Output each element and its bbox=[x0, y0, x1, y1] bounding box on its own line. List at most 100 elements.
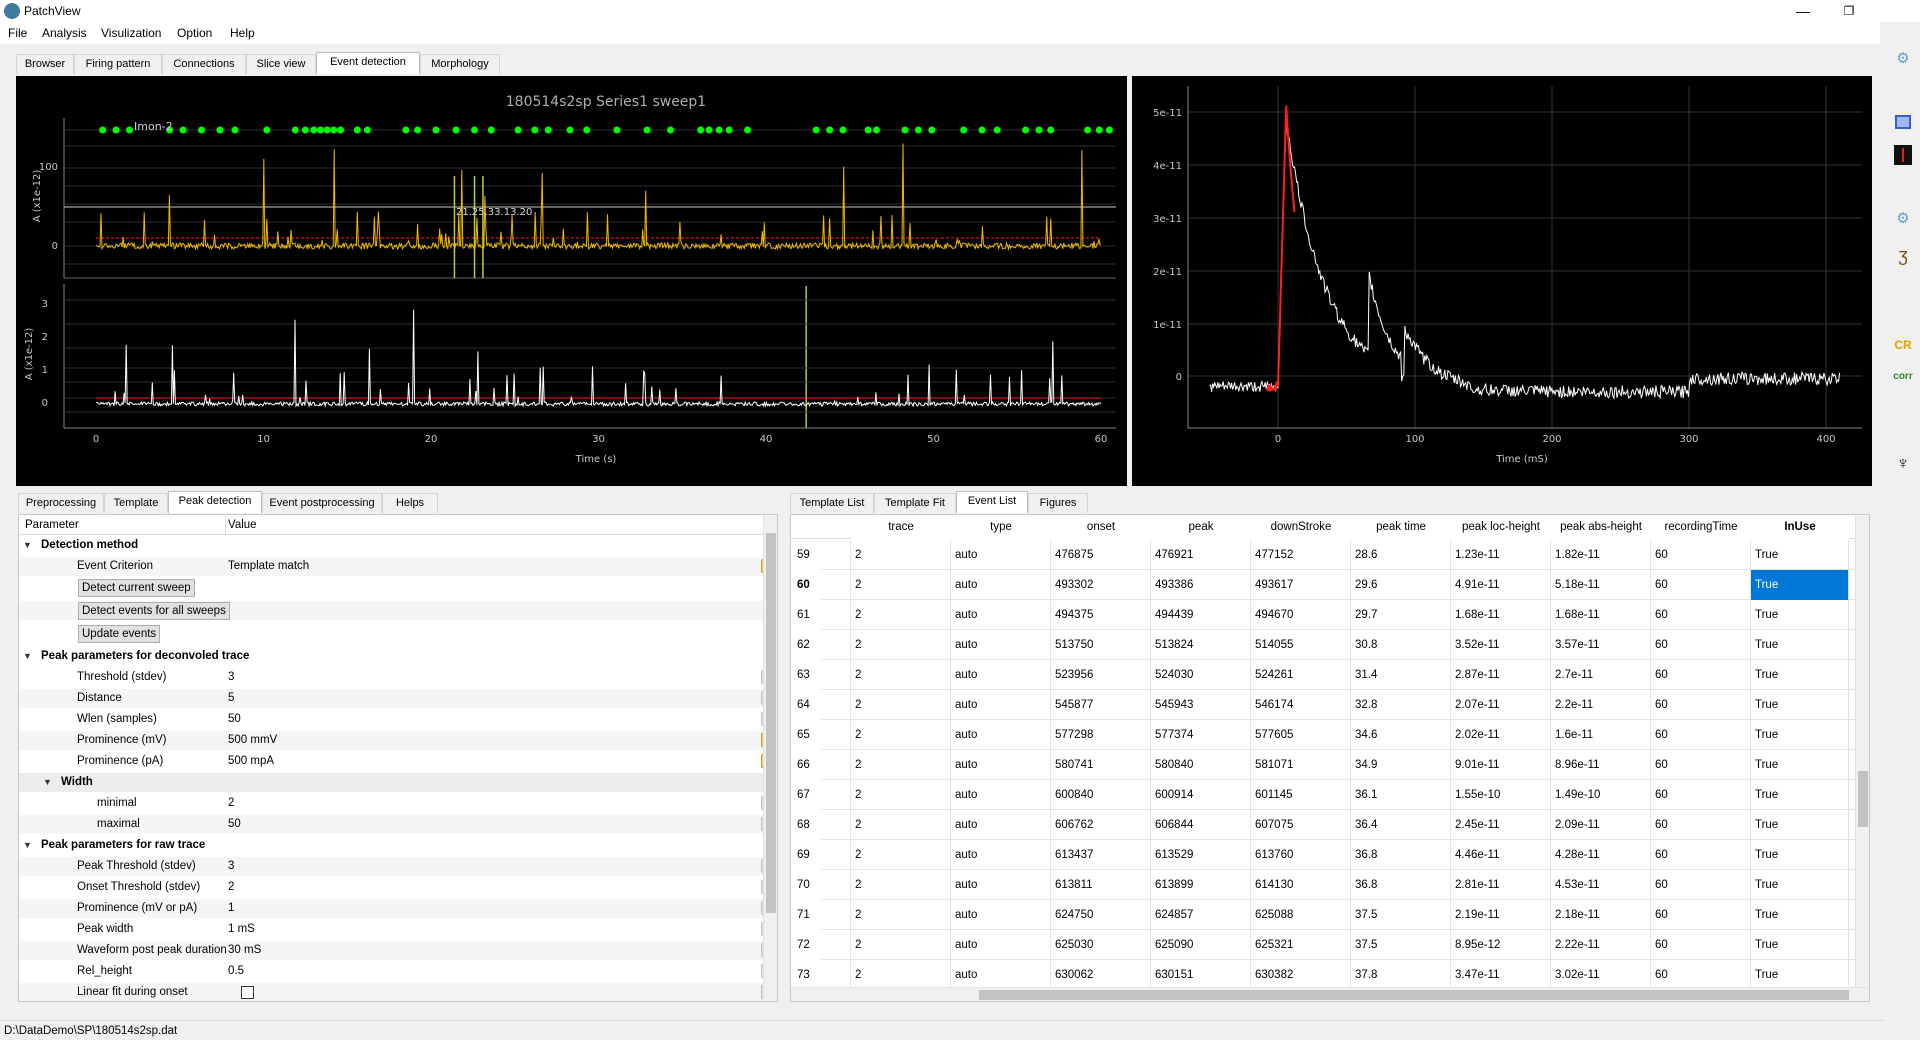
table-cell[interactable]: 494670 bbox=[1251, 600, 1351, 630]
menu-visulization[interactable]: Visulization bbox=[101, 26, 161, 40]
table-cell[interactable]: 625090 bbox=[1151, 930, 1251, 960]
table-cell[interactable]: auto bbox=[951, 690, 1051, 720]
tab-helps[interactable]: Helps bbox=[382, 493, 438, 513]
prominence-mv-value[interactable]: 500 mmV bbox=[228, 734, 277, 746]
table-cell[interactable]: True bbox=[1751, 870, 1849, 900]
row-header[interactable]: 66 bbox=[791, 750, 821, 780]
column-header-peak-time[interactable]: peak time bbox=[1351, 515, 1451, 539]
expand-arrow-icon[interactable]: ▼ bbox=[23, 840, 32, 850]
table-row[interactable]: 68 2 auto 606762 606844 607075 36.4 2.45e-11 2.0… bbox=[791, 810, 1855, 840]
table-cell[interactable]: 2 bbox=[851, 540, 951, 570]
event-criterion-value[interactable]: Template match bbox=[228, 560, 309, 572]
trace-red-icon[interactable] bbox=[1892, 144, 1914, 166]
maximal-value[interactable]: 50 bbox=[228, 818, 241, 830]
table-cell[interactable]: True bbox=[1751, 780, 1849, 810]
table-cell[interactable]: 607075 bbox=[1251, 810, 1351, 840]
table-cell[interactable]: 493617 bbox=[1251, 570, 1351, 600]
table-cell[interactable]: True bbox=[1751, 900, 1849, 930]
detect-events-for-all-sweeps-button[interactable]: Detect events for all sweeps bbox=[78, 602, 230, 620]
table-cell[interactable]: True bbox=[1751, 690, 1849, 720]
group-peak-parameters-for-raw-trace[interactable]: ▼ Peak parameters for raw trace bbox=[19, 836, 763, 855]
table-cell[interactable]: True bbox=[1751, 540, 1849, 570]
table-cell[interactable]: 577298 bbox=[1051, 720, 1151, 750]
table-row[interactable]: 62 2 auto 513750 513824 514055 30.8 3.52e-11 3.5… bbox=[791, 630, 1855, 660]
table-cell[interactable]: True bbox=[1751, 960, 1849, 986]
table-row[interactable]: 69 2 auto 613437 613529 613760 36.8 4.46e-11 4.2… bbox=[791, 840, 1855, 870]
neuron-icon[interactable]: ʒ bbox=[1892, 244, 1914, 266]
tab-event-list[interactable]: Event List bbox=[956, 491, 1028, 513]
table-cell[interactable]: 606844 bbox=[1151, 810, 1251, 840]
table-cell[interactable]: 2.2e-11 bbox=[1551, 690, 1651, 720]
table-cell[interactable]: 2 bbox=[851, 930, 951, 960]
table-cell[interactable]: 613811 bbox=[1051, 870, 1151, 900]
table-cell[interactable]: auto bbox=[951, 720, 1051, 750]
table-cell[interactable]: auto bbox=[951, 960, 1051, 986]
tab-figures[interactable]: Figures bbox=[1028, 493, 1088, 513]
window-blue-icon[interactable] bbox=[1892, 112, 1914, 134]
table-cell[interactable]: 36.8 bbox=[1351, 870, 1451, 900]
onset-threshold-stdev-value[interactable]: 2 bbox=[228, 881, 234, 893]
minimal-value[interactable]: 2 bbox=[228, 797, 234, 809]
menu-option[interactable]: Option bbox=[177, 26, 212, 40]
table-cell[interactable]: 37.5 bbox=[1351, 900, 1451, 930]
rel-height-value[interactable]: 0.5 bbox=[228, 965, 244, 977]
tab-browser[interactable]: Browser bbox=[16, 54, 74, 74]
event-table-hscrollbar[interactable] bbox=[791, 987, 1869, 1001]
table-cell[interactable]: 30.8 bbox=[1351, 630, 1451, 660]
table-cell[interactable]: 1.68e-11 bbox=[1451, 600, 1551, 630]
table-row[interactable]: 61 2 auto 494375 494439 494670 29.7 1.68e-11 1.6… bbox=[791, 600, 1855, 630]
table-cell[interactable]: 625321 bbox=[1251, 930, 1351, 960]
cr-icon[interactable]: CR bbox=[1892, 334, 1914, 356]
tab-connections[interactable]: Connections bbox=[162, 54, 246, 74]
parameter-tree-scrollbar[interactable] bbox=[763, 515, 777, 1001]
table-cell[interactable]: 60 bbox=[1651, 630, 1751, 660]
table-cell[interactable]: 60 bbox=[1651, 660, 1751, 690]
table-cell[interactable]: 514055 bbox=[1251, 630, 1351, 660]
table-cell[interactable]: 1.55e-10 bbox=[1451, 780, 1551, 810]
table-cell[interactable]: 29.7 bbox=[1351, 600, 1451, 630]
scrollbar-thumb[interactable] bbox=[766, 533, 776, 913]
tab-template[interactable]: Template bbox=[104, 493, 168, 513]
table-row[interactable]: 59 2 auto 476875 476921 477152 28.6 1.23e-11 1.8… bbox=[791, 540, 1855, 570]
table-cell[interactable]: 4.28e-11 bbox=[1551, 840, 1651, 870]
column-header-peak-loc-height[interactable]: peak loc-height bbox=[1451, 515, 1551, 539]
tab-template-fit[interactable]: Template Fit bbox=[874, 493, 956, 513]
column-header-trace[interactable]: trace bbox=[851, 515, 951, 539]
table-cell[interactable]: 37.8 bbox=[1351, 960, 1451, 986]
table-cell[interactable]: 60 bbox=[1651, 930, 1751, 960]
table-cell[interactable]: 2.87e-11 bbox=[1451, 660, 1551, 690]
table-cell[interactable]: 4.46e-11 bbox=[1451, 840, 1551, 870]
tab-preprocessing[interactable]: Preprocessing bbox=[18, 493, 104, 513]
table-cell[interactable]: 60 bbox=[1651, 570, 1751, 600]
column-header-downstroke[interactable]: downStroke bbox=[1251, 515, 1351, 539]
table-cell[interactable]: 2.09e-11 bbox=[1551, 810, 1651, 840]
table-cell[interactable]: 2 bbox=[851, 720, 951, 750]
row-header[interactable]: 59 bbox=[791, 540, 821, 570]
table-cell[interactable]: 580741 bbox=[1051, 750, 1151, 780]
table-cell[interactable]: 2 bbox=[851, 570, 951, 600]
waveform-post-peak-duration-value[interactable]: 30 mS bbox=[228, 944, 261, 956]
tab-template-list[interactable]: Template List bbox=[790, 493, 874, 513]
table-cell[interactable]: 1.49e-10 bbox=[1551, 780, 1651, 810]
table-cell[interactable]: 1.82e-11 bbox=[1551, 540, 1651, 570]
table-cell[interactable]: 2.45e-11 bbox=[1451, 810, 1551, 840]
row-header[interactable]: 60 bbox=[791, 570, 821, 600]
table-row[interactable]: 71 2 auto 624750 624857 625088 37.5 2.19e-11 2.1… bbox=[791, 900, 1855, 930]
column-header-type[interactable]: type bbox=[951, 515, 1051, 539]
update-events-button[interactable]: Update events bbox=[78, 625, 161, 643]
row-header[interactable]: 70 bbox=[791, 870, 821, 900]
table-cell[interactable]: auto bbox=[951, 750, 1051, 780]
threshold-stdev-value[interactable]: 3 bbox=[228, 671, 234, 683]
column-header-peak-abs-height[interactable]: peak abs-height bbox=[1551, 515, 1651, 539]
table-cell[interactable]: 60 bbox=[1651, 780, 1751, 810]
table-cell[interactable]: 34.9 bbox=[1351, 750, 1451, 780]
table-cell[interactable]: 4.53e-11 bbox=[1551, 870, 1651, 900]
tab-morphology[interactable]: Morphology bbox=[420, 54, 500, 74]
gear-blue-icon[interactable]: ⚙ bbox=[1892, 48, 1914, 70]
table-cell[interactable]: 477152 bbox=[1251, 540, 1351, 570]
group-width[interactable]: ▼ Width bbox=[19, 773, 763, 792]
menu-analysis[interactable]: Analysis bbox=[42, 26, 87, 40]
table-cell[interactable]: 60 bbox=[1651, 810, 1751, 840]
table-cell[interactable]: 630151 bbox=[1151, 960, 1251, 986]
tree-icon[interactable]: ♆ bbox=[1892, 452, 1914, 474]
